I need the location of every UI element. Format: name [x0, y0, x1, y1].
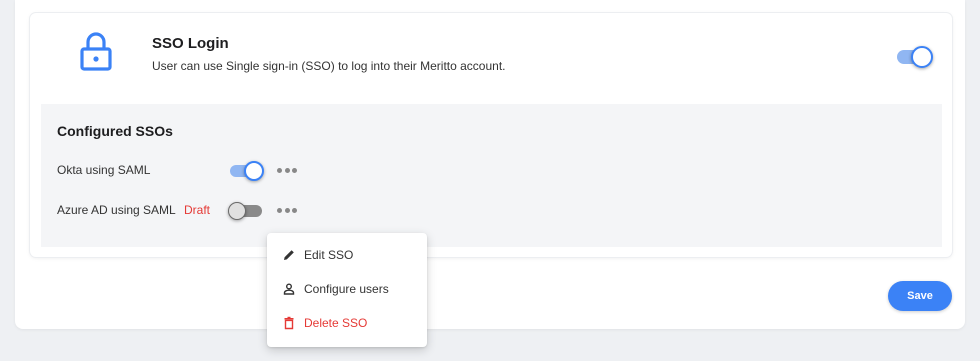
more-options-icon[interactable]: [277, 205, 297, 215]
person-icon: [282, 282, 296, 296]
delete-sso-menu-item[interactable]: Delete SSO: [267, 308, 427, 338]
sso-card: SSO Login User can use Single sign-in (S…: [30, 13, 952, 257]
sso-item-label: Okta using SAML: [57, 163, 151, 177]
sso-login-description: User can use Single sign-in (SSO) to log…: [152, 59, 506, 73]
sso-login-title: SSO Login: [152, 35, 229, 52]
sso-item-toggle-azure[interactable]: [228, 202, 262, 220]
sso-login-toggle[interactable]: [897, 46, 933, 68]
menu-item-label: Delete SSO: [304, 316, 368, 330]
more-options-icon[interactable]: [277, 165, 297, 175]
edit-sso-menu-item[interactable]: Edit SSO: [267, 240, 427, 270]
toggle-knob: [228, 202, 246, 220]
menu-item-label: Configure users: [304, 282, 389, 296]
toggle-knob: [911, 46, 933, 68]
trash-icon: [282, 316, 296, 330]
draft-badge: Draft: [184, 203, 211, 217]
menu-item-label: Edit SSO: [304, 248, 354, 262]
pencil-icon: [282, 248, 296, 262]
toggle-knob: [244, 161, 264, 181]
save-button[interactable]: Save: [888, 281, 952, 311]
lock-icon: [80, 32, 112, 71]
configure-users-menu-item[interactable]: Configure users: [267, 274, 427, 304]
sso-context-menu: Edit SSO Configure users Delete SSO: [267, 233, 427, 347]
configured-ssos-section: Configured SSOs Okta using SAML Azure AD…: [41, 104, 942, 247]
sso-item-label: Azure AD using SAML: [57, 203, 176, 217]
configured-ssos-title: Configured SSOs: [57, 123, 173, 139]
sso-item-toggle-okta[interactable]: [230, 161, 264, 181]
